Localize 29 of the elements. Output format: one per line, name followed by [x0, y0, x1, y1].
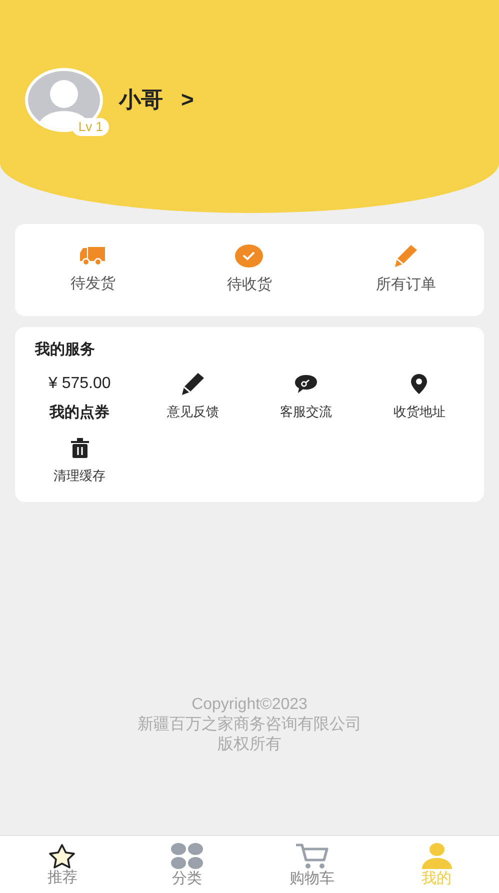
tab[interactable]: 推荐	[0, 836, 125, 893]
chat-bubble-icon	[294, 374, 318, 394]
service-button[interactable]: 客服交流	[250, 372, 363, 424]
copyright-text: Copyright©2023	[192, 695, 308, 715]
copyright-text: 新疆百万之家商务咨询有限公司	[138, 715, 362, 735]
tab[interactable]: 购物车	[250, 836, 374, 893]
order-button[interactable]: 所有订单	[328, 224, 484, 316]
cart-icon	[294, 842, 329, 870]
service-button[interactable]: 收货地址	[362, 372, 476, 424]
service-button[interactable]: 意见反馈	[136, 372, 250, 424]
truck-icon	[79, 244, 108, 267]
chevron[interactable]: >	[181, 83, 194, 116]
level-badge: Lv 1	[72, 118, 109, 136]
user-name[interactable]: 小哥	[119, 83, 163, 116]
copyright-text: 版权所有	[218, 735, 282, 755]
person-icon	[420, 842, 454, 870]
order-button[interactable]: 待发货	[15, 224, 172, 316]
pencil-icon	[180, 372, 206, 396]
service-button[interactable]: ¥ 575.00 我的点券	[23, 372, 136, 424]
order-button[interactable]: 待收货	[171, 224, 328, 316]
location-pin-icon	[410, 372, 428, 394]
check-circle-icon	[235, 244, 264, 268]
pencil-icon	[392, 244, 419, 268]
service-button[interactable]: 清理缓存	[23, 436, 136, 486]
section-title: 我的服务	[35, 340, 96, 360]
trash-icon	[68, 437, 91, 459]
star-icon	[47, 842, 78, 868]
tab[interactable]: 分类	[124, 836, 250, 893]
grid-icon	[170, 842, 204, 870]
